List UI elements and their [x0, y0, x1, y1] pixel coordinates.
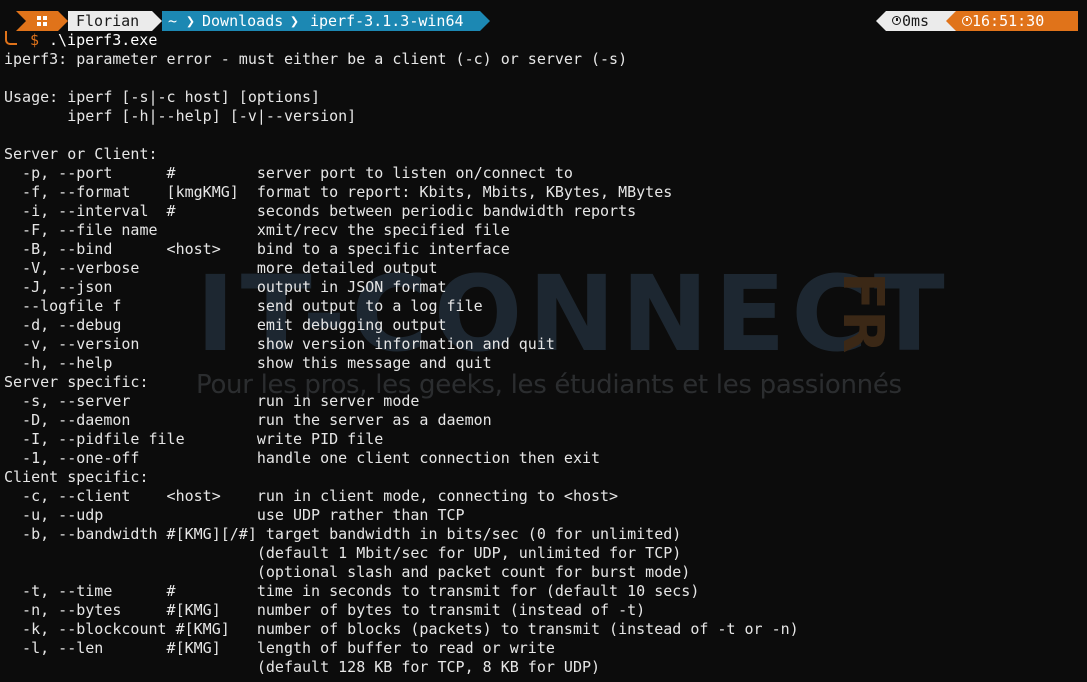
- output-line: -d, --debug emit debugging output: [4, 316, 447, 334]
- output-line: -h, --help show this message and quit: [4, 354, 492, 372]
- output-line: -B, --bind <host> bind to a specific int…: [4, 240, 510, 258]
- user-segment: Florian: [68, 11, 162, 31]
- output-line: (default 1 Mbit/sec for UDP, unlimited f…: [4, 544, 682, 562]
- path-home: ~: [168, 12, 178, 30]
- output-line: -s, --server run in server mode: [4, 392, 420, 410]
- output-line: Server specific:: [4, 373, 149, 391]
- output-line: Usage: iperf [-s|-c host] [options]: [4, 88, 321, 106]
- output-line: -k, --blockcount #[KMG] number of blocks…: [4, 620, 799, 638]
- clock-segment: 16:51:30: [946, 11, 1078, 31]
- output-line: -u, --udp use UDP rather than TCP: [4, 506, 465, 524]
- path-separator-icon: ❯: [186, 12, 196, 30]
- output-line: -1, --one-off handle one client connecti…: [4, 449, 601, 467]
- output-line: -i, --interval # seconds between periodi…: [4, 202, 637, 220]
- prompt-bar: Florian ~ ❯ Downloads ❯ iperf-3.1.3-win6…: [0, 11, 1087, 31]
- output-line: -c, --client <host> run in client mode, …: [4, 487, 619, 505]
- output-line: -J, --json output in JSON format: [4, 278, 447, 296]
- path-current-dir: iperf-3.1.3-win64: [310, 12, 464, 30]
- os-segment: [16, 11, 68, 31]
- output-line: -n, --bytes #[KMG] number of bytes to tr…: [4, 601, 646, 619]
- output-line: iperf [-h|--help] [-v|--version]: [4, 107, 357, 125]
- output-line: -V, --verbose more detailed output: [4, 259, 438, 277]
- output-line: -F, --file name xmit/recv the specified …: [4, 221, 510, 239]
- path-segment: ~ ❯ Downloads ❯ iperf-3.1.3-win64: [162, 11, 490, 31]
- output-line: --logfile f send output to a log file: [4, 297, 483, 315]
- output-line: -f, --format [kmgKMG] format to report: …: [4, 183, 673, 201]
- output-line: -p, --port # server port to listen on/co…: [4, 164, 573, 182]
- path-separator-icon: ❯: [290, 12, 300, 30]
- watermark-suffix: FR: [830, 272, 895, 354]
- clock-time: 16:51:30: [972, 12, 1045, 30]
- output-line: Server or Client:: [4, 145, 158, 163]
- output-line: -D, --daemon run the server as a daemon: [4, 411, 492, 429]
- exec-time: 0ms: [902, 12, 930, 30]
- alarm-clock-icon: [962, 16, 972, 26]
- output-line: -v, --version show version information a…: [4, 335, 555, 353]
- username: Florian: [76, 12, 140, 30]
- prompt-symbol: $: [30, 31, 40, 49]
- output-line: Client specific:: [4, 468, 149, 486]
- output-line: iperf3: parameter error - must either be…: [4, 50, 628, 68]
- command-input[interactable]: .\iperf3.exe: [49, 31, 157, 50]
- output-line: (optional slash and packet count for bur…: [4, 563, 691, 581]
- terminal-output: iperf3: parameter error - must either be…: [4, 50, 799, 677]
- windows-icon: [37, 16, 47, 26]
- output-line: (default 128 KB for TCP, 8 KB for UDP): [4, 658, 601, 676]
- output-line: -t, --time # time in seconds to transmit…: [4, 582, 700, 600]
- output-line: -l, --len #[KMG] length of buffer to rea…: [4, 639, 555, 657]
- prompt-corner-icon: [5, 31, 17, 45]
- output-line: -b, --bandwidth #[KMG][/#] target bandwi…: [4, 525, 682, 543]
- output-line: -I, --pidfile file write PID file: [4, 430, 384, 448]
- stopwatch-icon: [892, 16, 901, 25]
- path-downloads: Downloads: [202, 12, 284, 30]
